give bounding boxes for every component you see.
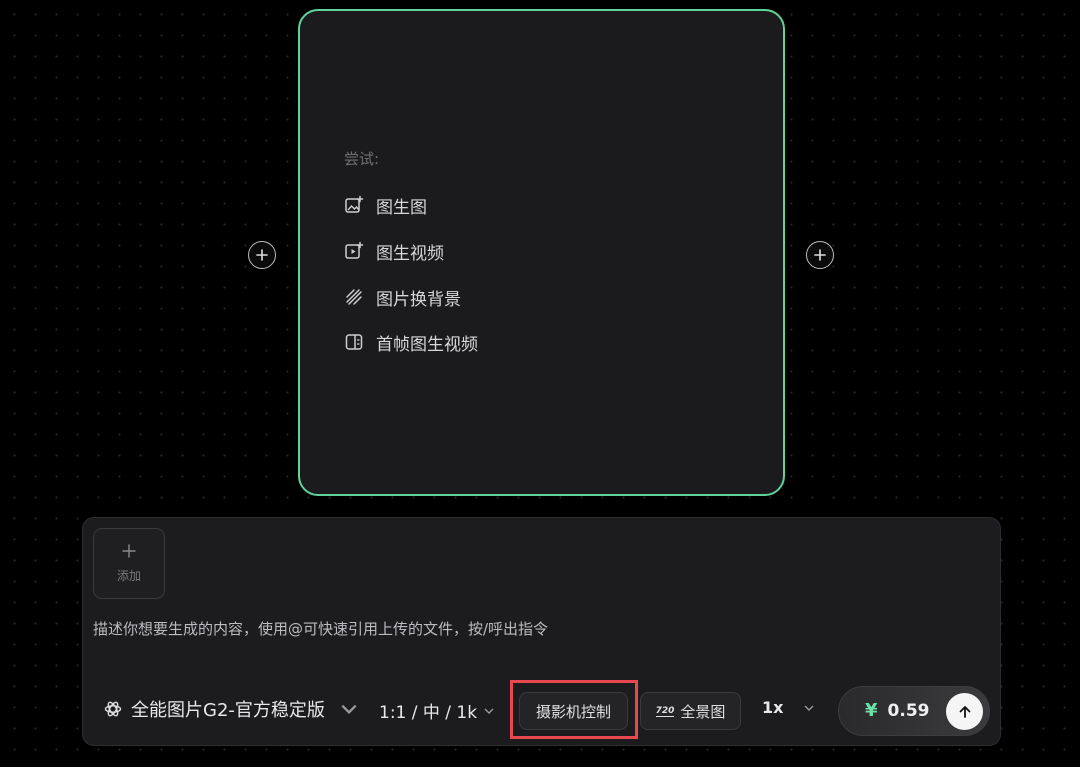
arrow-up-icon bbox=[959, 705, 970, 718]
suggestion-image-to-image[interactable]: 图生图 bbox=[344, 192, 427, 218]
composer-panel: 添加 描述你想要生成的内容，使用@可快速引用上传的文件，按/呼出指令 全能图片G… bbox=[82, 517, 1001, 746]
panorama-label: 全景图 bbox=[680, 702, 726, 721]
panorama-720-icon: 720 bbox=[655, 705, 675, 717]
add-file-button[interactable]: 添加 bbox=[93, 528, 165, 599]
plus-icon bbox=[814, 249, 826, 261]
try-label: 尝试: bbox=[344, 150, 380, 168]
suggestion-first-frame-video[interactable]: 首帧图生视频 bbox=[344, 329, 478, 355]
chevron-down-icon bbox=[804, 705, 814, 711]
submit-group: ¥ 0.59 bbox=[838, 686, 990, 736]
video-sparkle-icon bbox=[344, 241, 364, 261]
generation-node-card[interactable]: 尝试: 图生图 图生视频 图片换背景 首帧图生视频 bbox=[298, 9, 785, 496]
chevron-down-icon bbox=[341, 704, 357, 714]
plus-icon bbox=[122, 544, 136, 558]
plus-icon bbox=[256, 249, 268, 261]
suggestion-change-background[interactable]: 图片换背景 bbox=[344, 284, 461, 310]
suggestion-label: 图生图 bbox=[376, 197, 427, 218]
image-sparkle-icon bbox=[344, 195, 364, 215]
model-selector[interactable]: 全能图片G2-官方稳定版 bbox=[103, 696, 359, 722]
ratio-quality-selector[interactable]: 1:1 / 中 / 1k bbox=[379, 698, 495, 723]
suggestion-label: 首帧图生视频 bbox=[376, 334, 478, 355]
openai-logo-icon bbox=[104, 701, 122, 717]
chevron-down-icon bbox=[484, 708, 494, 714]
suggestion-image-to-video[interactable]: 图生视频 bbox=[344, 238, 444, 264]
add-node-right-button[interactable] bbox=[806, 241, 834, 269]
multiplier-selector[interactable]: 1x bbox=[762, 698, 815, 717]
price-display: ¥ 0.59 bbox=[865, 700, 929, 721]
camera-control-button[interactable]: 摄影机控制 bbox=[519, 692, 628, 730]
suggestion-label: 图片换背景 bbox=[376, 289, 461, 310]
suggestion-label: 图生视频 bbox=[376, 243, 444, 264]
prompt-input[interactable]: 描述你想要生成的内容，使用@可快速引用上传的文件，按/呼出指令 bbox=[93, 618, 973, 639]
add-label: 添加 bbox=[116, 569, 141, 583]
ratio-value: 1:1 / 中 / 1k bbox=[379, 703, 478, 723]
composer-toolbar: 全能图片G2-官方稳定版 1:1 / 中 / 1k 摄影机控制 720 全景图 … bbox=[83, 680, 1000, 739]
panorama-button[interactable]: 720 全景图 bbox=[640, 692, 741, 730]
price-value: 0.59 bbox=[887, 700, 930, 721]
split-frame-icon bbox=[344, 332, 364, 352]
model-name: 全能图片G2-官方稳定版 bbox=[131, 700, 325, 721]
add-node-left-button[interactable] bbox=[248, 241, 276, 269]
multiplier-value: 1x bbox=[762, 698, 784, 717]
camera-control-label: 摄影机控制 bbox=[535, 702, 611, 721]
send-button[interactable] bbox=[946, 693, 983, 730]
yen-icon: ¥ bbox=[865, 700, 878, 721]
diagonal-stripes-icon bbox=[344, 287, 364, 307]
